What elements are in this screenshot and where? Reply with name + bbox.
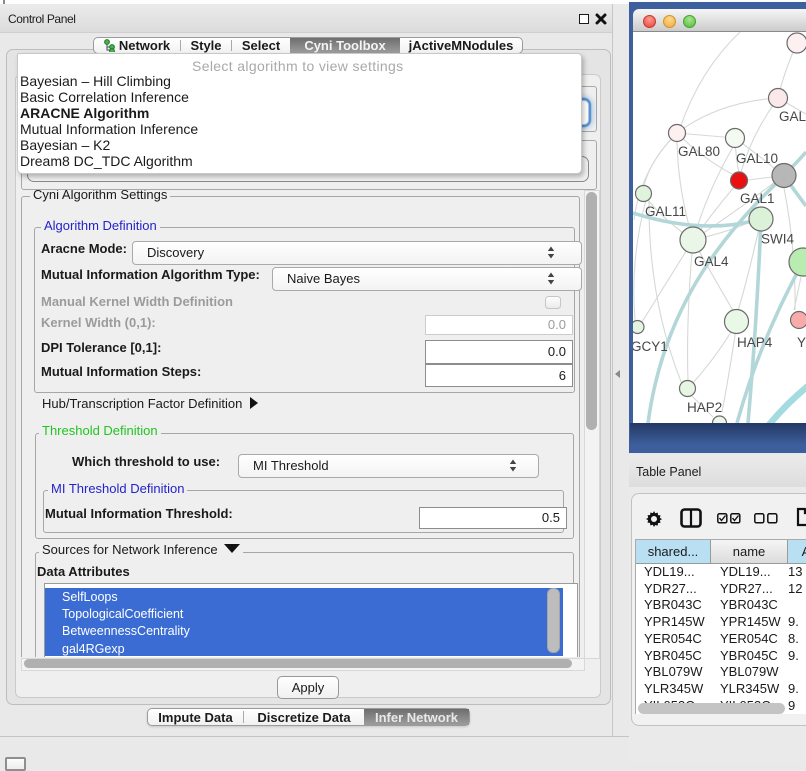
svg-text:HAP4: HAP4	[737, 335, 773, 350]
svg-text:GAL: GAL	[779, 109, 806, 124]
svg-text:GCY1: GCY1	[633, 339, 668, 354]
svg-text:GAL4: GAL4	[694, 254, 729, 269]
svg-text:SWI4: SWI4	[761, 232, 794, 247]
svg-text:GAL80: GAL80	[678, 144, 720, 159]
svg-text:Y: Y	[797, 335, 806, 350]
svg-text:GAL11: GAL11	[645, 204, 686, 219]
svg-text:HAP2: HAP2	[687, 400, 722, 415]
svg-text:GAL10: GAL10	[736, 151, 778, 166]
svg-text:GAL1: GAL1	[740, 191, 775, 206]
